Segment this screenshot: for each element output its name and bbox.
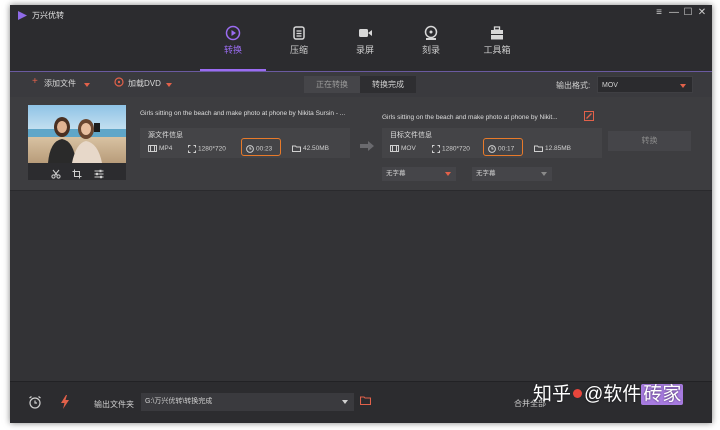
duration-highlight [483, 138, 523, 156]
effects-icon[interactable] [94, 166, 104, 184]
nav-label: 工具箱 [483, 45, 511, 55]
video-thumbnail[interactable] [28, 105, 126, 163]
file-row: Girls sitting on the beach and make phot… [10, 97, 712, 191]
lightning-icon[interactable] [60, 395, 70, 409]
nav-record[interactable]: 录屏 [332, 23, 398, 71]
resolution-icon [188, 145, 196, 153]
add-file-dropdown-icon[interactable] [84, 83, 90, 87]
chevron-down-icon [342, 400, 348, 404]
dvd-icon [114, 77, 124, 87]
subtitle-select[interactable]: 无字幕 [382, 167, 456, 181]
tab-done[interactable]: 转换完成 [360, 76, 416, 93]
convert-button[interactable]: 转换 [608, 131, 691, 151]
edit-icon[interactable] [584, 111, 594, 121]
record-icon [359, 29, 372, 37]
menu-icon[interactable]: ≡ [653, 7, 665, 18]
watermark: 知乎 @软件 砖家 [533, 384, 684, 405]
film-icon [148, 145, 157, 152]
nav-label: 压缩 [289, 45, 308, 55]
app-title: 万兴优转 [32, 11, 64, 20]
target-info-box: 目标文件信息 MOV 1280*720 00:17 12.85MB [382, 128, 602, 158]
watermark-dot [573, 389, 583, 398]
toolbar: + 添加文件 加载DVD 正在转换 转换完成 输出格式: MOV [10, 71, 712, 98]
source-file-name: Girls sitting on the beach and make phot… [140, 110, 346, 117]
compress-icon [293, 26, 305, 40]
arrow-right-icon [360, 141, 374, 151]
target-file-name: Girls sitting on the beach and make phot… [382, 114, 558, 121]
duration-highlight [241, 138, 281, 156]
tab-converting[interactable]: 正在转换 [304, 76, 360, 93]
nav-label: 刻录 [421, 45, 440, 55]
nav-compress[interactable]: 压缩 [266, 23, 332, 71]
app-logo-icon [18, 11, 27, 20]
convert-icon [225, 25, 241, 41]
burn-icon [424, 25, 438, 40]
app-window: 万兴优转 ≡ — ☐ ✕ 转换 压缩 录屏 刻录 工具箱 + 添加文件 加载DV… [10, 5, 712, 423]
thumbnail-toolbar [28, 163, 126, 180]
chevron-down-icon [541, 172, 547, 176]
close-button[interactable]: ✕ [696, 7, 708, 18]
audio-track-select[interactable]: 无字幕 [472, 167, 552, 181]
nav-label: 转换 [223, 45, 242, 55]
source-resolution: 1280*720 [188, 145, 226, 153]
source-format: MP4 [148, 145, 172, 152]
target-size: 12.85MB [534, 145, 571, 152]
nav-label: 录屏 [355, 45, 374, 55]
source-size: 42.50MB [292, 145, 329, 152]
open-folder-icon[interactable] [360, 396, 371, 405]
alarm-clock-icon[interactable] [28, 395, 42, 409]
add-file-button[interactable]: 添加文件 [44, 78, 76, 89]
nav-burn[interactable]: 刻录 [398, 23, 464, 71]
target-resolution: 1280*720 [432, 145, 470, 153]
resolution-icon [432, 145, 440, 153]
maximize-button[interactable]: ☐ [682, 7, 694, 18]
folder-icon [292, 145, 301, 152]
load-dvd-dropdown-icon[interactable] [166, 83, 172, 87]
title-bar: 万兴优转 ≡ — ☐ ✕ 转换 压缩 录屏 刻录 工具箱 [10, 5, 712, 71]
load-dvd-button[interactable]: 加载DVD [128, 78, 161, 89]
output-format-label: 输出格式: [556, 81, 591, 90]
folder-icon [534, 145, 543, 152]
source-info-box: 源文件信息 MP4 1280*720 00:23 42.50MB [140, 128, 350, 158]
target-format: MOV [390, 145, 416, 152]
nav-toolbox[interactable]: 工具箱 [464, 23, 530, 71]
target-info-header: 目标文件信息 [390, 132, 432, 139]
chevron-down-icon [680, 84, 686, 88]
toolbox-icon [491, 26, 503, 40]
plus-icon: + [32, 76, 38, 87]
output-folder-label: 输出文件夹 [94, 400, 134, 409]
source-info-header: 源文件信息 [148, 132, 183, 139]
minimize-button[interactable]: — [668, 7, 680, 18]
output-folder-select[interactable]: G:\万兴优转\转换完成 [141, 393, 354, 411]
trim-icon[interactable] [51, 166, 61, 184]
output-format-select[interactable]: MOV [597, 76, 693, 93]
output-format-value: MOV [602, 82, 618, 89]
chevron-down-icon [445, 172, 451, 176]
crop-icon[interactable] [72, 166, 82, 184]
nav-convert[interactable]: 转换 [200, 23, 266, 71]
thumbnail-image [28, 105, 126, 163]
film-icon [390, 145, 399, 152]
